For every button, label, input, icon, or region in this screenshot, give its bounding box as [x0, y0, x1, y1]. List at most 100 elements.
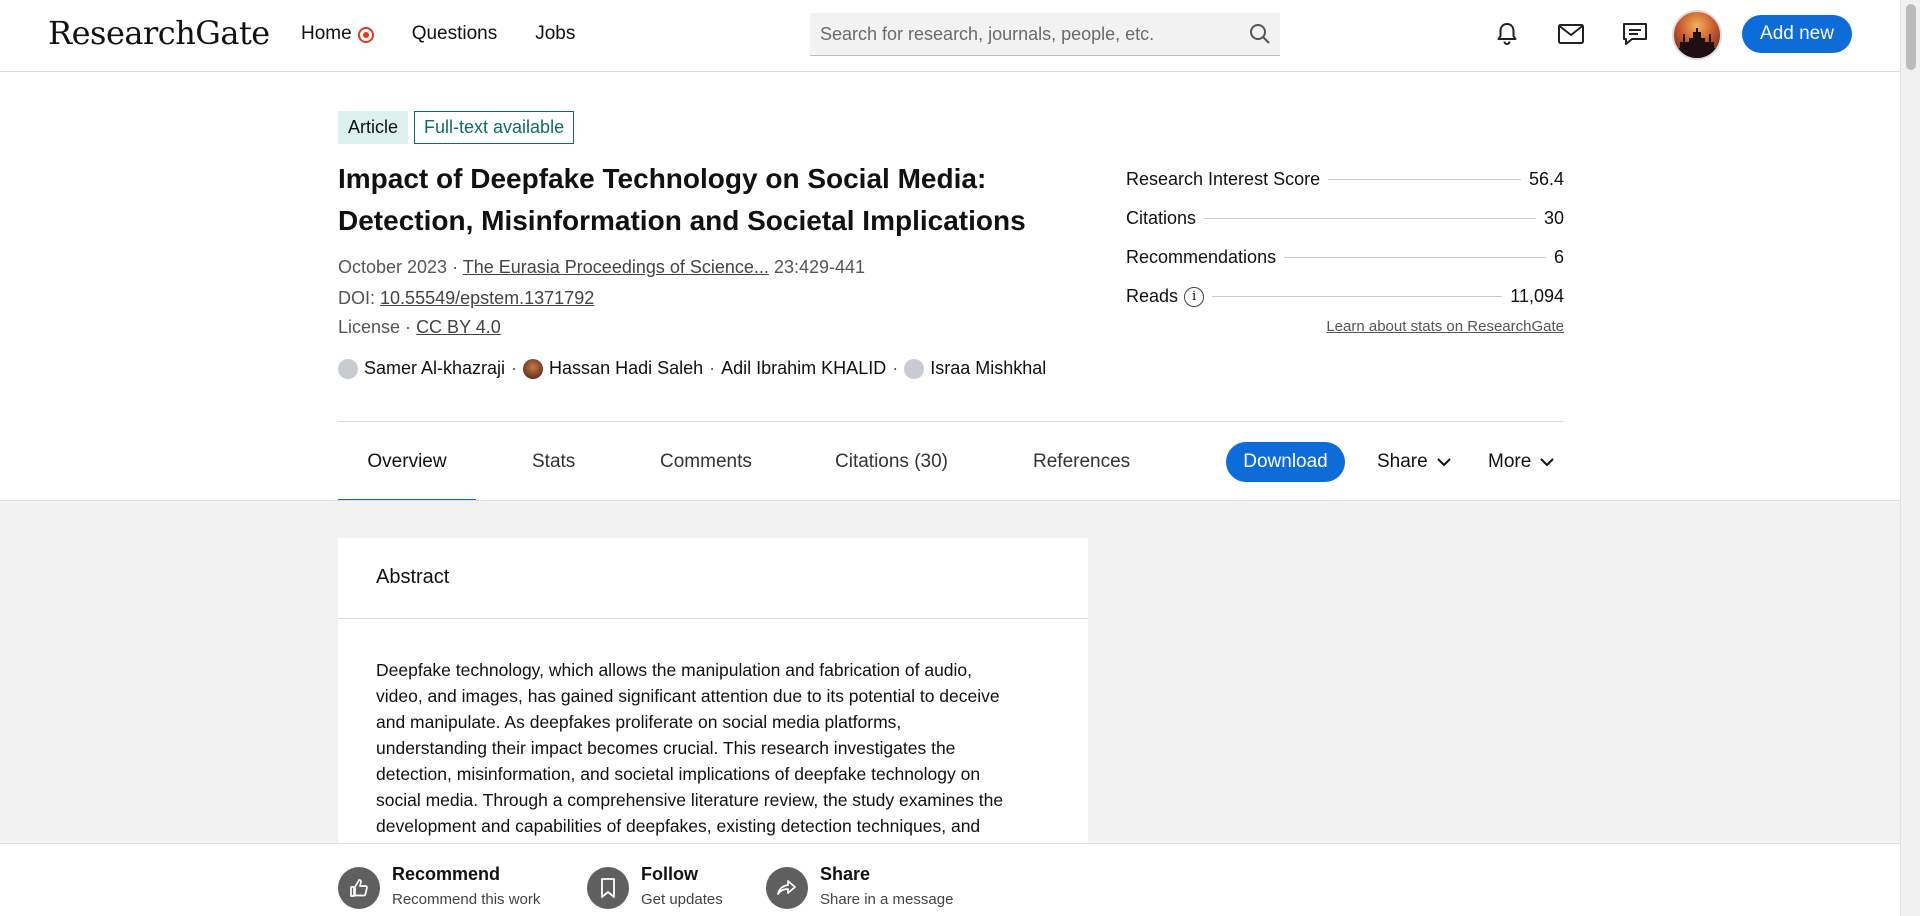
abstract-line: and manipulate. As deepfakes proliferate…	[376, 712, 902, 732]
download-button[interactable]: Download	[1226, 442, 1345, 482]
author-avatar[interactable]	[523, 358, 544, 379]
more-label: More	[1488, 451, 1532, 472]
author-list: Samer Al-khazraji · Hassan Hadi Saleh · …	[338, 358, 1046, 379]
researchgate-logo[interactable]: ResearchGate	[48, 14, 270, 52]
learn-stats-link[interactable]: Learn about stats on ResearchGate	[1126, 318, 1564, 335]
bottom-action-bar: Recommend Recommend this work Follow Get…	[0, 843, 1900, 916]
tab-label: References	[1033, 450, 1131, 472]
messages-icon[interactable]	[1618, 17, 1652, 51]
stat-leader-line	[1284, 257, 1546, 258]
stat-row: Reads i 11,094	[1126, 277, 1564, 316]
author-link[interactable]: Adil Ibrahim KHALID	[721, 358, 886, 379]
thumbs-up-icon	[338, 867, 380, 909]
stat-value: 11,094	[1510, 286, 1564, 306]
action-title: Recommend	[392, 864, 501, 884]
tab-overview[interactable]: Overview	[338, 422, 476, 502]
search-input[interactable]	[810, 23, 1240, 45]
tab-label: Stats	[532, 450, 576, 472]
tab-citations[interactable]: Citations (30)	[835, 422, 948, 501]
abstract-heading: Abstract	[338, 538, 1088, 619]
tab-label: Citations (30)	[835, 450, 948, 472]
stat-row: Research Interest Score 56.4	[1126, 160, 1564, 199]
publication-tabs: Overview Stats Comments Citations (30) R…	[338, 421, 1564, 502]
action-title: Follow	[641, 864, 698, 884]
fulltext-badge: Full-text available	[414, 111, 575, 144]
share-label: Share	[1377, 451, 1428, 472]
tab-label: Comments	[660, 450, 752, 472]
publication-pages: 23:429-441	[773, 257, 866, 277]
abstract-line: Deepfake technology, which allows the ma…	[376, 660, 973, 680]
author-link[interactable]: Hassan Hadi Saleh	[549, 358, 703, 379]
author-link[interactable]: Israa Mishkhal	[930, 358, 1046, 379]
article-type-badge: Article	[338, 111, 409, 144]
stat-row: Recommendations 6	[1126, 238, 1564, 277]
nav-jobs-label: Jobs	[535, 23, 576, 44]
publication-badges: Article Full-text available	[338, 111, 575, 144]
doi-label: DOI:	[338, 288, 376, 308]
user-avatar[interactable]	[1672, 10, 1722, 60]
publication-date: October 2023	[338, 257, 448, 277]
scrollbar-thumb[interactable]	[1906, 4, 1916, 70]
stat-value: 30	[1543, 208, 1564, 228]
top-icons	[1490, 17, 1652, 51]
doi-link[interactable]: 10.55549/epstem.1371792	[380, 288, 594, 308]
publication-doi: DOI: 10.55549/epstem.1371792	[338, 288, 594, 309]
publication-license: License · CC BY 4.0	[338, 317, 501, 338]
chevron-down-icon	[1436, 458, 1451, 467]
publication-stats: Research Interest Score 56.4 Citations 3…	[1126, 160, 1564, 316]
share-action[interactable]: Share Share in a message	[766, 864, 953, 909]
author-link[interactable]: Samer Al-khazraji	[364, 358, 505, 379]
share-dropdown[interactable]: Share	[1377, 442, 1452, 482]
action-title: Share	[820, 864, 871, 884]
search-icon[interactable]	[1240, 14, 1280, 54]
abstract-line: video, and images, has gained significan…	[376, 686, 1000, 706]
tab-references[interactable]: References	[1033, 422, 1130, 501]
share-arrow-icon	[766, 867, 808, 909]
abstract-text: Deepfake technology, which allows the ma…	[338, 619, 1088, 839]
more-dropdown[interactable]: More	[1488, 442, 1555, 482]
nav-home-label: Home	[301, 23, 352, 44]
abstract-line: understanding their impact becomes cruci…	[376, 738, 956, 758]
license-link[interactable]: CC BY 4.0	[416, 317, 501, 337]
page-scrollbar[interactable]	[1900, 0, 1920, 916]
license-label: License ·	[338, 317, 412, 337]
nav-links: Home Questions Jobs	[301, 23, 575, 45]
search-bar	[810, 13, 1280, 56]
stat-leader-line	[1212, 296, 1503, 297]
author-separator: ·	[709, 358, 716, 378]
abstract-line: detection, misinformation, and societal …	[376, 764, 981, 784]
recommend-action[interactable]: Recommend Recommend this work	[338, 864, 540, 909]
stat-label: Citations	[1126, 208, 1197, 228]
stat-leader-line	[1204, 218, 1536, 219]
stat-row: Citations 30	[1126, 199, 1564, 238]
mail-icon[interactable]	[1554, 17, 1588, 51]
tab-comments[interactable]: Comments	[660, 422, 752, 501]
author-avatar[interactable]	[338, 358, 358, 379]
add-new-button[interactable]: Add new	[1742, 15, 1852, 53]
stat-label: Recommendations	[1126, 247, 1277, 267]
author-avatar[interactable]	[904, 358, 925, 379]
abstract-line: development and capabilities of deepfake…	[376, 816, 981, 836]
stat-value: 56.4	[1528, 169, 1564, 189]
tab-stats[interactable]: Stats	[532, 422, 575, 501]
nav-questions-label: Questions	[411, 23, 498, 44]
stat-label-reads: Reads i	[1126, 286, 1205, 307]
nav-questions-link[interactable]: Questions	[412, 23, 498, 45]
notification-dot-icon	[357, 27, 374, 43]
stat-label: Research Interest Score	[1126, 169, 1321, 189]
tab-label: Overview	[367, 450, 447, 472]
stat-label: Reads	[1126, 286, 1179, 306]
info-icon[interactable]: i	[1184, 286, 1205, 307]
author-separator: ·	[892, 358, 899, 378]
nav-home-link[interactable]: Home	[301, 23, 374, 45]
nav-jobs-link[interactable]: Jobs	[535, 23, 575, 45]
stat-value: 6	[1553, 247, 1564, 267]
follow-action[interactable]: Follow Get updates	[587, 864, 723, 909]
abstract-line: social media. Through a comprehensive li…	[376, 790, 1004, 810]
stat-leader-line	[1328, 179, 1521, 180]
bell-icon[interactable]	[1490, 17, 1524, 51]
chevron-down-icon	[1540, 458, 1555, 467]
journal-link[interactable]: The Eurasia Proceedings of Science...	[463, 257, 769, 277]
author-separator: ·	[511, 358, 518, 378]
action-subtitle: Get updates	[641, 891, 723, 908]
